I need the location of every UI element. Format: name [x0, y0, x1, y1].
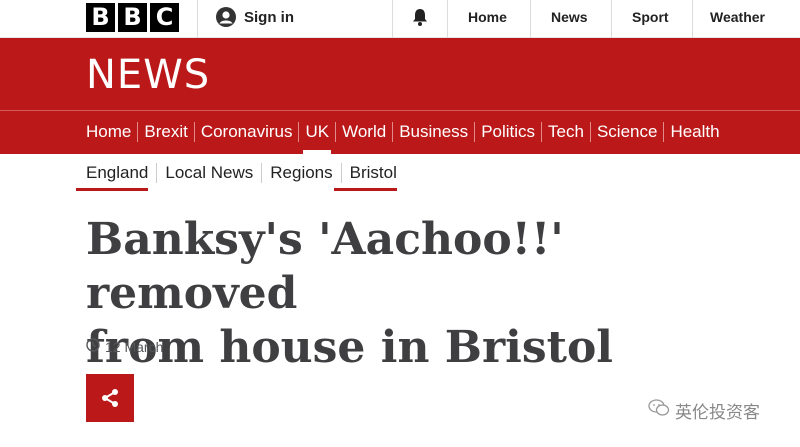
article-headline: Banksy's 'Aachoo!!' removed from house i… [86, 213, 786, 375]
sub-nav-regions[interactable]: Regions [262, 163, 340, 183]
main-nav-science[interactable]: Science [591, 122, 663, 142]
sub-nav: England Local News Regions Bristol [75, 163, 405, 191]
sub-nav-bristol[interactable]: Bristol [333, 163, 405, 191]
news-brand[interactable]: NEWS [86, 52, 210, 98]
headline-line-1: Banksy's 'Aachoo!!' removed [86, 214, 564, 319]
main-nav-business[interactable]: Business [393, 122, 474, 142]
sign-in-button[interactable]: Sign in [216, 7, 294, 27]
main-nav-tech[interactable]: Tech [542, 122, 590, 142]
divider [197, 0, 198, 38]
sign-in-label: Sign in [244, 8, 294, 26]
share-icon [102, 389, 118, 407]
watermark: 英伦投资客 [648, 398, 760, 423]
main-nav-world[interactable]: World [336, 122, 392, 142]
main-nav-home[interactable]: Home [86, 122, 137, 142]
bell-icon[interactable] [410, 7, 430, 32]
divider [392, 0, 393, 38]
main-nav-uk[interactable]: UK [299, 122, 335, 154]
date-text: 12 March [105, 338, 164, 355]
share-button[interactable] [86, 374, 134, 422]
user-icon [216, 7, 236, 27]
headline-line-2: from house in Bristol [86, 322, 614, 373]
wechat-icon [648, 398, 670, 423]
top-nav-home[interactable]: Home [468, 9, 507, 25]
divider [611, 0, 612, 38]
main-nav: Home Brexit Coronavirus UK World Busines… [86, 122, 726, 154]
news-band: NEWS Home Brexit Coronavirus UK World Bu… [0, 38, 800, 154]
logo-letter-b1: B [86, 3, 115, 32]
bbc-logo[interactable]: B B C [86, 3, 179, 32]
sub-nav-local-news[interactable]: Local News [157, 163, 261, 183]
divider [447, 0, 448, 38]
sub-nav-england[interactable]: England [75, 163, 156, 191]
logo-letter-c: C [150, 3, 179, 32]
top-nav-weather[interactable]: Weather [710, 9, 765, 25]
main-nav-coronavirus[interactable]: Coronavirus [195, 122, 299, 142]
top-nav-news[interactable]: News [551, 9, 588, 25]
top-bar: B B C Sign in Home News Sport Weather [0, 0, 800, 38]
divider [692, 0, 693, 38]
clock-icon [86, 338, 100, 355]
article-date: 12 March [86, 338, 163, 355]
band-separator [0, 110, 800, 111]
divider [530, 0, 531, 38]
top-nav-sport[interactable]: Sport [632, 9, 669, 25]
logo-letter-b2: B [118, 3, 147, 32]
main-nav-health[interactable]: Health [664, 122, 725, 142]
watermark-text: 英伦投资客 [675, 403, 760, 423]
main-nav-brexit[interactable]: Brexit [138, 122, 193, 142]
main-nav-politics[interactable]: Politics [475, 122, 541, 142]
